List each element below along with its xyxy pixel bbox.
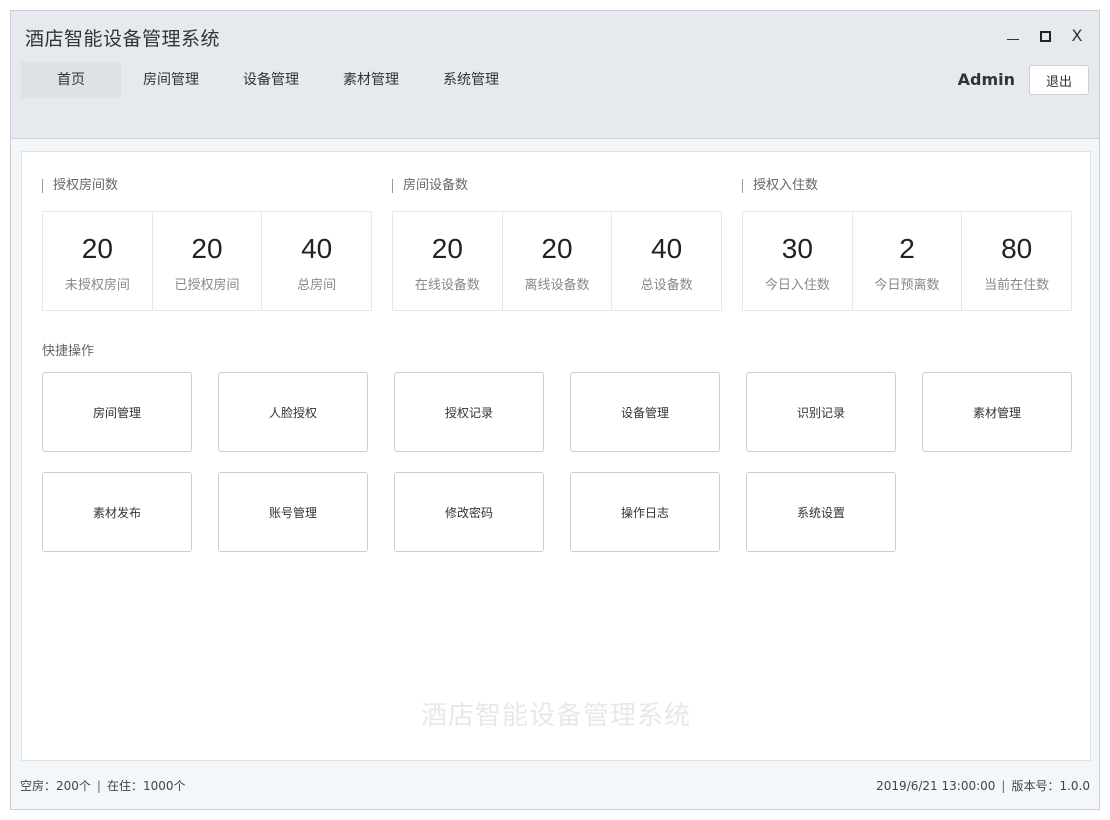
stat-value: 40	[651, 233, 683, 264]
quick-auth-records-button[interactable]: 授权记录	[394, 372, 544, 452]
stat-label: 在线设备数	[414, 278, 480, 293]
quick-account-management-button[interactable]: 账号管理	[218, 472, 368, 552]
stat-cell: 40 总设备数	[612, 212, 721, 310]
nav-item-rooms[interactable]: 房间管理	[121, 62, 221, 98]
close-icon: X	[1071, 26, 1083, 45]
stat-box: 20 在线设备数 20 离线设备数 40 总设备数	[392, 211, 722, 311]
stat-group-title: 授权入住数	[742, 179, 1072, 193]
quick-operation-log-button[interactable]: 操作日志	[570, 472, 720, 552]
stat-group-title: 授权房间数	[42, 179, 372, 193]
stat-cell: 20 未授权房间	[43, 212, 153, 310]
stat-box: 20 未授权房间 20 已授权房间 40 总房间	[42, 211, 372, 311]
app-title: 酒店智能设备管理系统	[25, 28, 221, 50]
stat-label: 未授权房间	[64, 278, 130, 293]
stat-cell: 40 总房间	[262, 212, 371, 310]
stat-cell: 20 离线设备数	[503, 212, 613, 310]
stat-value: 20	[431, 233, 463, 264]
user-name: Admin	[957, 70, 1015, 89]
quick-device-management-button[interactable]: 设备管理	[570, 372, 720, 452]
nav-item-materials[interactable]: 素材管理	[321, 62, 421, 98]
status-separator: |	[1001, 779, 1006, 793]
title-bar: 酒店智能设备管理系统 X 首页 房间管理 设备管理 素材管理 系统管理 Admi…	[11, 11, 1099, 139]
stat-cell: 20 在线设备数	[393, 212, 503, 310]
quick-recognition-records-button[interactable]: 识别记录	[746, 372, 896, 452]
minimize-button[interactable]	[1005, 27, 1021, 45]
stat-value: 2	[899, 233, 915, 264]
stat-cell: 80 当前在住数	[962, 212, 1071, 310]
status-separator: |	[96, 779, 101, 793]
stat-group-room-devices: 房间设备数 20 在线设备数 20 离线设备数 40 总设备数	[392, 179, 722, 311]
stat-label: 总房间	[297, 278, 337, 293]
stat-label: 今日预离数	[874, 278, 940, 293]
main-nav: 首页 房间管理 设备管理 素材管理 系统管理	[21, 62, 521, 98]
watermark-text: 酒店智能设备管理系统	[420, 701, 691, 731]
stat-cell: 2 今日预离数	[853, 212, 963, 310]
nav-item-system[interactable]: 系统管理	[421, 62, 521, 98]
stat-label: 当前在住数	[984, 278, 1050, 293]
quick-material-management-button[interactable]: 素材管理	[922, 372, 1072, 452]
version: 版本号：1.0.0	[1011, 779, 1090, 793]
quick-actions-title: 快捷操作	[42, 344, 95, 359]
stat-label: 离线设备数	[524, 278, 590, 293]
quick-material-publish-button[interactable]: 素材发布	[42, 472, 192, 552]
quick-face-auth-button[interactable]: 人脸授权	[218, 372, 368, 452]
status-right: 2019/6/21 13:00:00 | 版本号：1.0.0	[876, 774, 1090, 798]
stat-group-authorized-rooms: 授权房间数 20 未授权房间 20 已授权房间 40 总房间	[42, 179, 372, 311]
dashboard-content: 授权房间数 20 未授权房间 20 已授权房间 40 总房间 房间设备数 20 …	[21, 151, 1091, 761]
minimize-icon	[1007, 38, 1019, 40]
close-button[interactable]: X	[1069, 27, 1085, 45]
stat-cell: 30 今日入住数	[743, 212, 853, 310]
datetime: 2019/6/21 13:00:00	[876, 779, 996, 793]
status-bar: 空房：200个 | 在住：1000个 2019/6/21 13:00:00 | 版本号：…	[11, 774, 1099, 798]
stat-box: 30 今日入住数 2 今日预离数 80 当前在住数	[742, 211, 1072, 311]
quick-actions-grid: 房间管理 人脸授权 授权记录 设备管理 识别记录 素材管理 素材发布 账号管理 …	[42, 372, 1072, 552]
stat-value: 20	[191, 233, 223, 264]
stat-label: 今日入住数	[764, 278, 830, 293]
stat-group-checkins: 授权入住数 30 今日入住数 2 今日预离数 80 当前在住数	[742, 179, 1072, 311]
nav-item-devices[interactable]: 设备管理	[221, 62, 321, 98]
stat-value: 30	[781, 233, 813, 264]
quick-system-settings-button[interactable]: 系统设置	[746, 472, 896, 552]
quick-change-password-button[interactable]: 修改密码	[394, 472, 544, 552]
stat-group-title: 房间设备数	[392, 179, 722, 193]
stat-cell: 20 已授权房间	[153, 212, 263, 310]
nav-item-home[interactable]: 首页	[21, 62, 121, 98]
stat-value: 20	[81, 233, 113, 264]
status-left: 空房：200个 | 在住：1000个	[20, 774, 186, 798]
window-controls: X	[1005, 27, 1085, 45]
stat-value: 40	[301, 233, 333, 264]
stat-value: 20	[541, 233, 573, 264]
occupied-count: 在住：1000个	[106, 779, 186, 793]
vacant-count: 空房：200个	[20, 779, 91, 793]
stat-label: 总设备数	[640, 278, 693, 293]
maximize-icon	[1039, 30, 1051, 42]
maximize-button[interactable]	[1037, 27, 1053, 45]
stat-value: 80	[1001, 233, 1033, 264]
quick-room-management-button[interactable]: 房间管理	[42, 372, 192, 452]
app-window: 酒店智能设备管理系统 X 首页 房间管理 设备管理 素材管理 系统管理 Admi…	[10, 10, 1100, 810]
logout-button[interactable]: 退出	[1029, 65, 1089, 95]
stat-label: 已授权房间	[174, 278, 240, 293]
